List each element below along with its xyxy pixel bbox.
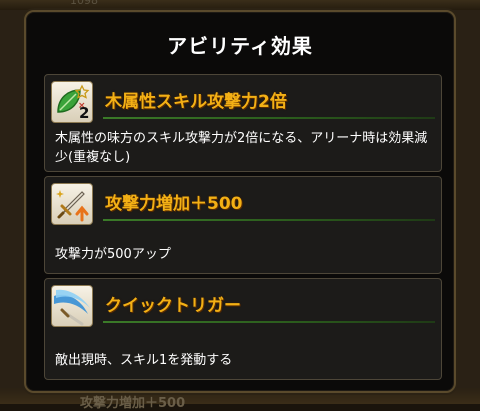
ability-divider <box>103 321 435 323</box>
ability-description: 木属性の味方のスキル攻撃力が2倍になる、アリーナ時は効果減少(重複なし) <box>55 131 428 165</box>
background-bottom-text: 攻撃力増加＋500 <box>80 396 186 411</box>
ability-card-quick-trigger: クイックトリガー 敵出現時、スキル1を発動する <box>44 278 442 380</box>
background-top-bar: 1098 <box>0 0 480 10</box>
ability-card-header: × 2 木属性スキル攻撃力2倍 <box>45 75 441 123</box>
leaf-x2-icon: × 2 <box>51 81 93 123</box>
ability-divider <box>103 117 435 119</box>
sword-up-icon <box>51 183 93 225</box>
ability-name: クイックトリガー <box>105 296 241 316</box>
background-top-text: 1098 <box>70 0 98 7</box>
ability-name: 木属性スキル攻撃力2倍 <box>105 92 287 112</box>
ability-description: 攻撃力が500アップ <box>55 247 171 262</box>
ability-card-header: クイックトリガー <box>45 279 441 327</box>
icon-multiplier-badge: 2 <box>79 104 90 122</box>
quick-slash-svg <box>54 289 90 326</box>
ability-description: 敵出現時、スキル1を発動する <box>55 353 233 368</box>
ability-effect-modal: アビリティ効果 × 2 木属性スキル攻撃力2倍 木属性の味方のスキル攻撃力が2倍… <box>24 10 456 393</box>
modal-title: アビリティ効果 <box>167 34 313 58</box>
ability-card-wood-skill: × 2 木属性スキル攻撃力2倍 木属性の味方のスキル攻撃力が2倍になる、アリーナ… <box>44 74 442 172</box>
quick-slash-icon <box>51 285 93 327</box>
ability-card-header: 攻撃力増加＋500 <box>45 177 441 225</box>
sword-up-svg <box>56 190 89 222</box>
ability-name: 攻撃力増加＋500 <box>105 194 243 214</box>
ability-card-attack-up: 攻撃力増加＋500 攻撃力が500アップ <box>44 176 442 274</box>
ability-divider <box>103 219 435 221</box>
